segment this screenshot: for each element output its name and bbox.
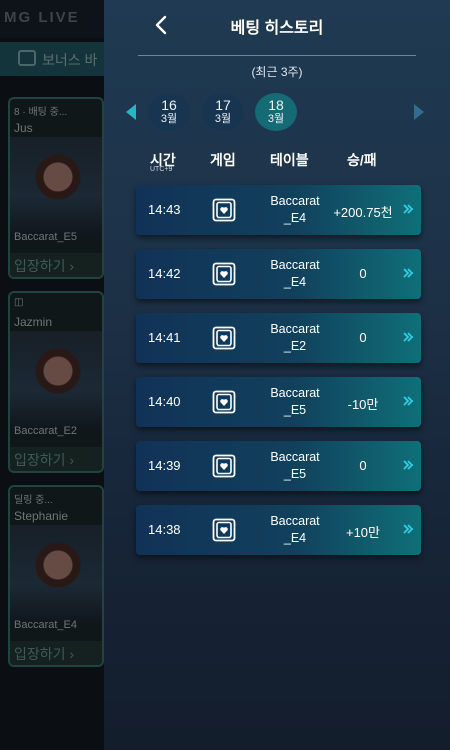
row-result: +200.75천	[333, 205, 393, 220]
column-header-result: 승/패	[347, 152, 377, 168]
history-row[interactable]: 14:40 Baccarat _E5 -10만	[136, 377, 421, 427]
row-table-suffix: _E5	[283, 403, 307, 417]
double-chevron-right-icon[interactable]	[401, 266, 415, 280]
history-row[interactable]: 14:41 Baccarat _E2 0	[136, 313, 421, 363]
row-table: Baccarat _E4	[258, 257, 332, 291]
row-result: -10만	[347, 397, 379, 412]
row-table-name: Baccarat	[270, 450, 320, 464]
date-button[interactable]: 17 3월	[202, 93, 244, 131]
date-month: 3월	[214, 113, 232, 125]
row-result: 0	[359, 330, 367, 345]
betting-history-panel: 베팅 히스토리 (최근 3주) 16 3월 17 3월 18 3월 시간 UTC…	[104, 0, 450, 750]
row-table-name: Baccarat	[270, 514, 320, 528]
row-table-suffix: _E4	[283, 531, 307, 545]
double-chevron-right-icon[interactable]	[401, 330, 415, 344]
row-time: 14:40	[148, 394, 181, 409]
row-table-name: Baccarat	[270, 322, 320, 336]
history-row[interactable]: 14:39 Baccarat _E5 0	[136, 441, 421, 491]
baccarat-card-icon	[212, 390, 236, 414]
row-table-suffix: _E5	[283, 467, 307, 481]
row-table-name: Baccarat	[270, 194, 320, 208]
double-chevron-right-icon[interactable]	[401, 522, 415, 536]
row-table: Baccarat _E4	[258, 513, 332, 547]
baccarat-card-icon	[212, 262, 236, 286]
row-table: Baccarat _E4	[258, 193, 332, 227]
row-time: 14:39	[148, 458, 181, 473]
row-table: Baccarat _E2	[258, 321, 332, 355]
row-result: 0	[359, 458, 367, 473]
row-table-name: Baccarat	[270, 258, 320, 272]
period-subtitle: (최근 3주)	[251, 65, 303, 79]
baccarat-card-icon	[212, 518, 236, 542]
title-divider	[138, 55, 416, 56]
history-row[interactable]: 14:42 Baccarat _E4 0	[136, 249, 421, 299]
panel-title: 베팅 히스토리	[230, 20, 324, 37]
date-day: 18	[268, 97, 284, 113]
row-table-suffix: _E2	[283, 339, 307, 353]
baccarat-card-icon	[212, 454, 236, 478]
row-result: +10만	[345, 525, 380, 540]
row-time: 14:38	[148, 522, 181, 537]
date-day: 16	[161, 97, 177, 113]
row-time: 14:43	[148, 202, 181, 217]
date-button[interactable]: 16 3월	[148, 93, 190, 131]
double-chevron-right-icon[interactable]	[401, 394, 415, 408]
column-header-game: 게임	[210, 152, 236, 168]
double-chevron-right-icon[interactable]	[401, 202, 415, 216]
timezone-label: UTC+9	[150, 166, 173, 173]
date-month: 3월	[267, 113, 285, 125]
row-result: 0	[359, 266, 367, 281]
next-dates-arrow-icon[interactable]	[414, 104, 424, 120]
prev-dates-arrow-icon[interactable]	[126, 104, 136, 120]
row-table: Baccarat _E5	[258, 385, 332, 419]
row-time: 14:42	[148, 266, 181, 281]
date-button-selected[interactable]: 18 3월	[255, 93, 297, 131]
history-row[interactable]: 14:43 Baccarat _E4 +200.75천	[136, 185, 421, 235]
history-row[interactable]: 14:38 Baccarat _E4 +10만	[136, 505, 421, 555]
column-header-table: 테이블	[270, 152, 309, 168]
double-chevron-right-icon[interactable]	[401, 458, 415, 472]
row-time: 14:41	[148, 330, 181, 345]
row-table: Baccarat _E5	[258, 449, 332, 483]
row-table-name: Baccarat	[270, 386, 320, 400]
date-day: 17	[215, 97, 231, 113]
baccarat-card-icon	[212, 198, 236, 222]
baccarat-card-icon	[212, 326, 236, 350]
row-table-suffix: _E4	[283, 211, 307, 225]
row-table-suffix: _E4	[283, 275, 307, 289]
date-month: 3월	[160, 113, 178, 125]
